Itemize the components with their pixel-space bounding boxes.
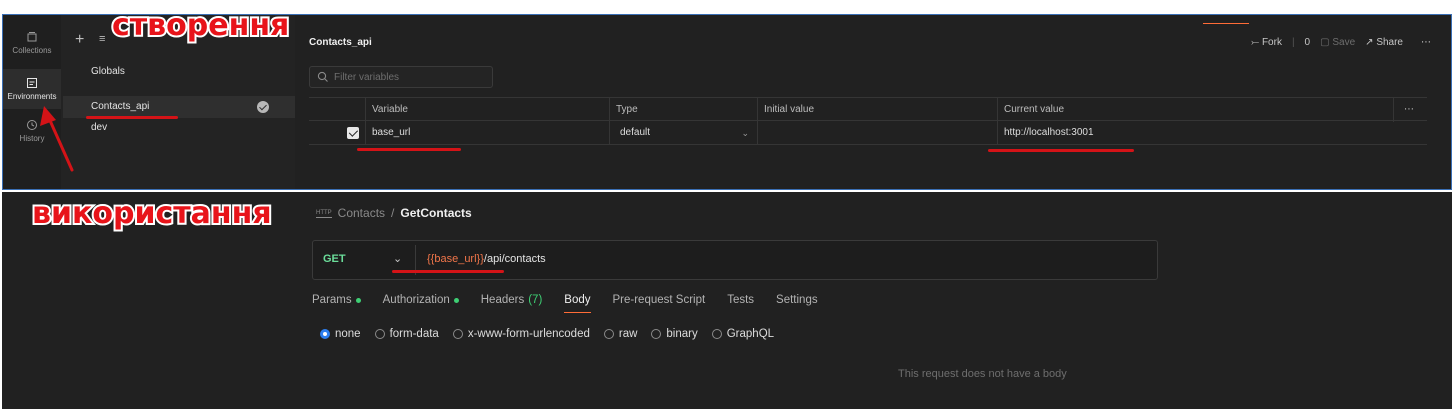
- underline-base-url: [357, 148, 461, 151]
- option-label: x-www-form-urlencoded: [467, 328, 590, 340]
- radio: [603, 329, 614, 339]
- active-tab-indicator: [1203, 23, 1249, 24]
- rail-collections[interactable]: Collections: [3, 31, 61, 55]
- method-select[interactable]: GET: [323, 253, 346, 265]
- tab-params-label: Params: [312, 294, 352, 306]
- environment-editor: Contacts_api ⤚ Fork | 0 ▢ Save ↗ Share ⋯…: [295, 15, 1451, 189]
- url-variable: {{base_url}}: [427, 253, 484, 265]
- add-environment-icon[interactable]: +: [75, 31, 84, 49]
- env-item-dev[interactable]: dev: [63, 117, 295, 139]
- env-globals[interactable]: Globals: [63, 61, 295, 83]
- rail-collections-label: Collections: [12, 46, 52, 55]
- table-header: Variable Type Initial value Current valu…: [309, 97, 1427, 122]
- rail-history-label: History: [19, 134, 45, 143]
- tab-tests[interactable]: Tests: [727, 294, 754, 306]
- table-more-icon[interactable]: ⋯: [1393, 98, 1427, 122]
- filter-icon[interactable]: ≡: [99, 33, 105, 45]
- tab-params[interactable]: Params: [312, 294, 361, 306]
- column-variable: Variable: [365, 98, 408, 122]
- initial-value-cell[interactable]: [757, 121, 997, 145]
- column-type: Type: [609, 98, 638, 122]
- http-icon: HTTP: [316, 209, 332, 218]
- tab-prerequest-script[interactable]: Pre-request Script: [613, 294, 706, 306]
- history-icon: [27, 120, 37, 130]
- save-label: Save: [1332, 37, 1356, 48]
- option-label: binary: [666, 328, 698, 340]
- column-current-value: Current value: [997, 98, 1064, 122]
- radio: [711, 329, 722, 339]
- tab-authorization[interactable]: Authorization: [383, 294, 459, 306]
- variables-table: Variable Type Initial value Current valu…: [309, 97, 1427, 145]
- environment-title: Contacts_api: [309, 37, 372, 48]
- request-url-bar: GET ⌄ {{base_url}}/api/contacts: [312, 240, 1158, 280]
- body-type-options: none form-data x-www-form-urlencoded raw…: [320, 328, 774, 340]
- column-initial-value: Initial value: [757, 98, 814, 122]
- collections-icon: [27, 32, 37, 42]
- radio: [651, 329, 662, 339]
- breadcrumb-separator: /: [391, 206, 395, 220]
- row-enabled-checkbox[interactable]: [347, 127, 359, 139]
- env-item-label: Contacts_api: [91, 101, 150, 112]
- tab-headers[interactable]: Headers (7): [481, 294, 543, 306]
- headers-count: (7): [528, 294, 543, 306]
- option-label: GraphQL: [726, 328, 775, 340]
- variable-type-value: default: [620, 127, 651, 138]
- empty-body-message: This request does not have a body: [898, 368, 1067, 380]
- underline-url-variable: [392, 270, 504, 273]
- fork-count: 0: [1304, 37, 1311, 48]
- environments-icon: [27, 78, 37, 88]
- share-label: Share: [1376, 37, 1403, 48]
- rail-history[interactable]: History: [3, 119, 61, 143]
- search-icon: [317, 71, 328, 82]
- option-label: raw: [618, 328, 638, 340]
- save-button[interactable]: ▢ Save: [1320, 37, 1355, 48]
- fork-label: Fork: [1261, 37, 1282, 48]
- editor-actions: ⤚ Fork | 0 ▢ Save ↗ Share ⋯: [1251, 37, 1431, 48]
- body-option-graphql[interactable]: GraphQL: [711, 328, 775, 340]
- chevron-down-icon: ⌄: [741, 128, 749, 138]
- more-options-icon[interactable]: ⋯: [1421, 37, 1431, 48]
- rail-environments-label: Environments: [7, 92, 57, 101]
- underline-contacts-api: [86, 116, 178, 119]
- env-item-contacts-api[interactable]: Contacts_api: [63, 96, 295, 118]
- active-env-check-icon: [257, 101, 269, 113]
- option-label: none: [335, 328, 361, 340]
- table-row: base_url default ⌄ http://localhost:3001: [309, 121, 1427, 145]
- annotation-creation: створення: [110, 6, 291, 45]
- radio-selected: [320, 329, 330, 339]
- status-dot: [453, 297, 459, 303]
- url-input[interactable]: {{base_url}}/api/contacts: [427, 253, 546, 265]
- breadcrumb: HTTP Contacts / GetContacts: [316, 206, 472, 220]
- breadcrumb-request[interactable]: GetContacts: [400, 206, 471, 220]
- filter-variables-input[interactable]: [334, 70, 484, 84]
- divider: |: [1291, 37, 1295, 48]
- rail-environments[interactable]: Environments: [3, 69, 61, 109]
- annotation-usage: використання: [30, 194, 274, 233]
- body-option-urlencoded[interactable]: x-www-form-urlencoded: [452, 328, 590, 340]
- share-button[interactable]: ↗ Share: [1365, 37, 1403, 48]
- url-path: /api/contacts: [483, 253, 546, 265]
- radio: [452, 329, 463, 339]
- status-dot: [355, 297, 361, 303]
- chevron-down-icon[interactable]: ⌄: [393, 252, 402, 265]
- filter-variables: [309, 66, 493, 88]
- tab-settings[interactable]: Settings: [776, 294, 818, 306]
- fork-button[interactable]: ⤚ Fork: [1251, 37, 1282, 48]
- body-option-binary[interactable]: binary: [651, 328, 698, 340]
- body-option-form-data[interactable]: form-data: [374, 328, 439, 340]
- body-option-raw[interactable]: raw: [603, 328, 638, 340]
- current-value-cell[interactable]: http://localhost:3001: [997, 121, 1393, 145]
- breadcrumb-collection[interactable]: Contacts: [338, 206, 385, 220]
- tab-headers-label: Headers: [480, 294, 525, 306]
- underline-current-value: [988, 149, 1134, 152]
- option-label: form-data: [389, 328, 439, 340]
- tab-body[interactable]: Body: [564, 294, 591, 313]
- variable-name-cell[interactable]: base_url: [365, 121, 609, 145]
- variable-type-select[interactable]: default ⌄: [609, 121, 757, 145]
- left-rail: Collections Environments History: [3, 15, 61, 189]
- tab-authorization-label: Authorization: [382, 294, 450, 306]
- request-tabs: Params Authorization Headers (7) Body Pre…: [312, 294, 818, 313]
- radio: [374, 329, 385, 339]
- body-option-none[interactable]: none: [320, 328, 361, 340]
